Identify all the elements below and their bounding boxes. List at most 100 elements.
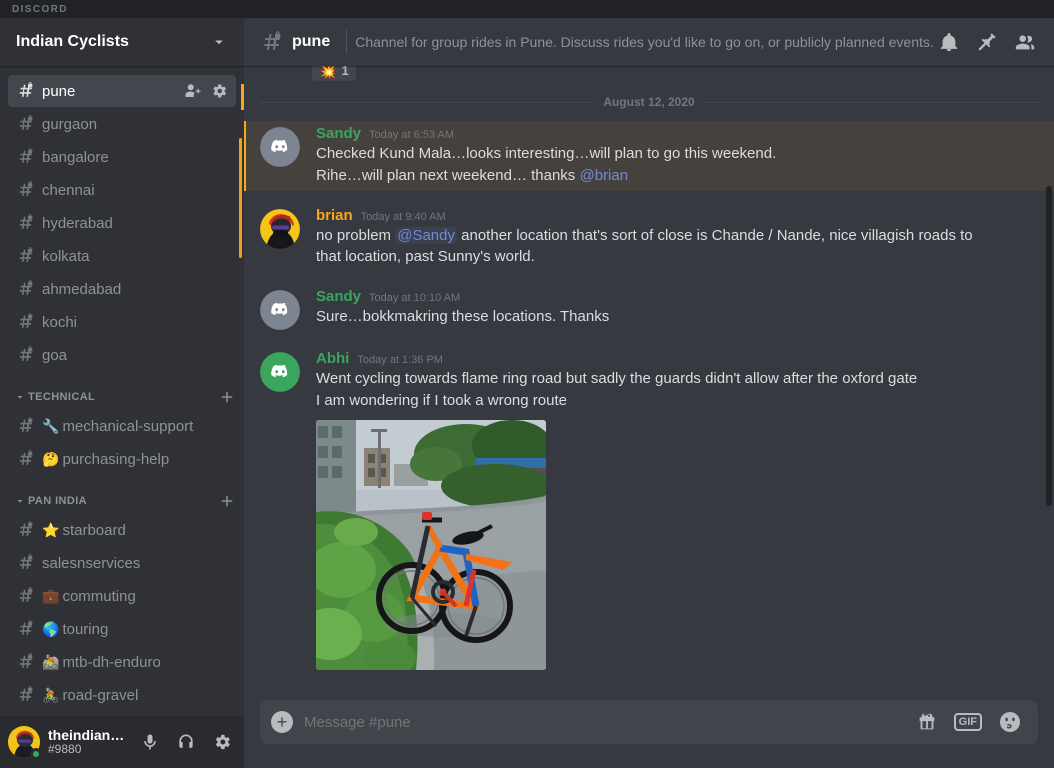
- hash-lock-icon: [16, 449, 36, 469]
- message-body: brian Today at 9:40 AM no problem @Sandy a…: [316, 207, 1038, 269]
- avatar[interactable]: [8, 726, 42, 760]
- sidebar-item-label: ahmedabad: [42, 280, 122, 298]
- message-timestamp: Today at 9:40 AM: [360, 210, 446, 223]
- sidebar-item-kochi[interactable]: kochi: [8, 306, 236, 338]
- message-attachment-image[interactable]: [316, 419, 546, 670]
- composer-box[interactable]: + GIF: [260, 700, 1038, 744]
- message-author[interactable]: Sandy: [316, 288, 361, 306]
- hash-lock-icon: [16, 652, 36, 672]
- messages-container: Sandy Today at 6:53 AM Checked Kund Mala…l…: [244, 121, 1054, 674]
- sidebar-item-gurgaon[interactable]: gurgaon: [8, 108, 236, 140]
- avatar[interactable]: [260, 290, 300, 330]
- message-input[interactable]: [304, 700, 916, 744]
- channel-list-scroll[interactable]: pune gurgaon bangalore chennai hyderabad…: [0, 66, 244, 716]
- sidebar-item-label: hyderabad: [42, 214, 113, 232]
- gear-icon[interactable]: [208, 728, 236, 756]
- status-badge-online: [30, 748, 42, 760]
- sidebar-item-touring[interactable]: 🌎 touring: [8, 613, 236, 645]
- discord-wordmark: DISCORD: [12, 3, 68, 15]
- message-body: Abhi Today at 1:36 PM Went cycling towards…: [316, 350, 1038, 670]
- date-divider-label: August 12, 2020: [603, 95, 695, 109]
- sidebar-item-label: pune: [42, 82, 76, 100]
- category-header-pan-india[interactable]: PAN INDIA: [0, 489, 244, 513]
- sidebar-item-goa[interactable]: goa: [8, 339, 236, 371]
- sidebar-item-kolkata[interactable]: kolkata: [8, 240, 236, 272]
- sidebar-item-pune[interactable]: pune: [8, 75, 236, 107]
- message-text-line: I am wondering if I took a wrong route: [316, 390, 1038, 412]
- avatar[interactable]: [260, 127, 300, 167]
- message-text-line: that location, past Sunny's world.: [316, 246, 1038, 268]
- sidebar-item-label: touring: [62, 620, 109, 638]
- plus-icon[interactable]: +: [260, 700, 304, 744]
- sidebar-item-commuting[interactable]: 💼 commuting: [8, 580, 236, 612]
- gift-icon[interactable]: [916, 711, 938, 733]
- hash-lock-icon: [16, 279, 36, 299]
- message-text: that location, past Sunny's world.: [316, 248, 535, 266]
- members-icon[interactable]: [1014, 31, 1036, 53]
- message-author[interactable]: Sandy: [316, 125, 361, 143]
- message-author[interactable]: Abhi: [316, 350, 349, 368]
- gif-icon[interactable]: GIF: [953, 712, 982, 732]
- channel-actions: [184, 82, 228, 100]
- message-body: Sandy Today at 6:53 AM Checked Kund Mala…l…: [316, 125, 1038, 187]
- header-actions: [938, 31, 1046, 53]
- sidebar-item-starboard[interactable]: ⭐ starboard: [8, 514, 236, 546]
- gif-label: GIF: [953, 712, 982, 732]
- gear-icon[interactable]: [210, 82, 228, 100]
- sidebar-item-mtb-dh-enduro[interactable]: 🚵 mtb-dh-enduro: [8, 646, 236, 678]
- message-text: Went cycling towards flame ring road but…: [316, 370, 918, 387]
- mention-link[interactable]: @brian: [579, 167, 628, 184]
- message-author[interactable]: brian: [316, 207, 353, 225]
- mention-link[interactable]: @Sandy: [395, 226, 457, 244]
- message-text-line: Went cycling towards flame ring road but…: [316, 368, 1038, 390]
- plus-icon[interactable]: [218, 492, 236, 510]
- avatar[interactable]: [260, 352, 300, 392]
- headphones-icon[interactable]: [172, 728, 200, 756]
- discord-app: DISCORD Indian Cyclists pune gurgaon ban…: [0, 0, 1054, 768]
- hash-lock-icon: [16, 312, 36, 332]
- hash-lock-icon: [16, 213, 36, 233]
- sidebar-item-bangalore[interactable]: bangalore: [8, 141, 236, 173]
- hash-lock-icon: [16, 180, 36, 200]
- pin-icon[interactable]: [976, 31, 998, 53]
- bell-icon[interactable]: [938, 31, 960, 53]
- add-member-icon[interactable]: [184, 82, 202, 100]
- avatar[interactable]: [260, 209, 300, 249]
- hash-lock-icon: [16, 147, 36, 167]
- reaction-badge[interactable]: 💥 1: [312, 66, 356, 81]
- sidebar-scrollbar-thumb[interactable]: [239, 138, 242, 258]
- hash-lock-icon: [16, 416, 36, 436]
- user-panel: theindiancy... #9880: [0, 716, 244, 768]
- sidebar-item-ahmedabad[interactable]: ahmedabad: [8, 273, 236, 305]
- category-header-technical[interactable]: TECHNICAL: [0, 385, 244, 409]
- message-text: no problem: [316, 226, 396, 244]
- hash-lock-icon: [16, 685, 36, 705]
- message-list[interactable]: 💥 1 August 12, 2020 Sandy Today at 6:53 A…: [244, 66, 1054, 700]
- message-text: I am wondering if I took a wrong route: [316, 391, 567, 409]
- sidebar-item-mechanical-support[interactable]: 🔧 mechanical-support: [8, 410, 236, 442]
- hash-lock-icon: [16, 81, 36, 101]
- category-label: TECHNICAL: [28, 391, 96, 403]
- message-text: Sure…bokkmakring these locations. Thanks: [316, 308, 610, 325]
- message-composer: + GIF: [244, 700, 1054, 768]
- message-text: Checked Kund Mala…looks interesting…will…: [316, 145, 777, 162]
- user-info: theindiancy... #9880: [48, 727, 128, 757]
- sidebar-item-label: mtb-dh-enduro: [62, 653, 161, 671]
- sidebar-item-chennai[interactable]: chennai: [8, 174, 236, 206]
- plus-icon[interactable]: [218, 388, 236, 406]
- emoji-icon[interactable]: [998, 710, 1022, 734]
- channel-emoji-icon: ⭐: [42, 522, 60, 538]
- message-scrollbar-thumb[interactable]: [1046, 186, 1052, 506]
- sidebar-item-hyderabad[interactable]: hyderabad: [8, 207, 236, 239]
- sidebar-item-salesnservices[interactable]: salesnservices: [8, 547, 236, 579]
- message-timestamp: Today at 1:36 PM: [357, 354, 443, 366]
- sidebar-item-purchasing-help[interactable]: 🤔 purchasing-help: [8, 443, 236, 475]
- header-divider: [346, 30, 348, 54]
- server-header[interactable]: Indian Cyclists: [0, 18, 244, 66]
- channel-emoji-icon: 🚵: [42, 654, 60, 670]
- channel-topic: Channel for group rides in Pune. Discuss…: [355, 34, 934, 50]
- message-text: Rihe…will plan next weekend… thanks: [316, 166, 580, 184]
- sidebar-item-road-gravel[interactable]: 🚴 road-gravel: [8, 679, 236, 711]
- microphone-icon[interactable]: [136, 728, 164, 756]
- sidebar-item-label: bangalore: [42, 148, 109, 166]
